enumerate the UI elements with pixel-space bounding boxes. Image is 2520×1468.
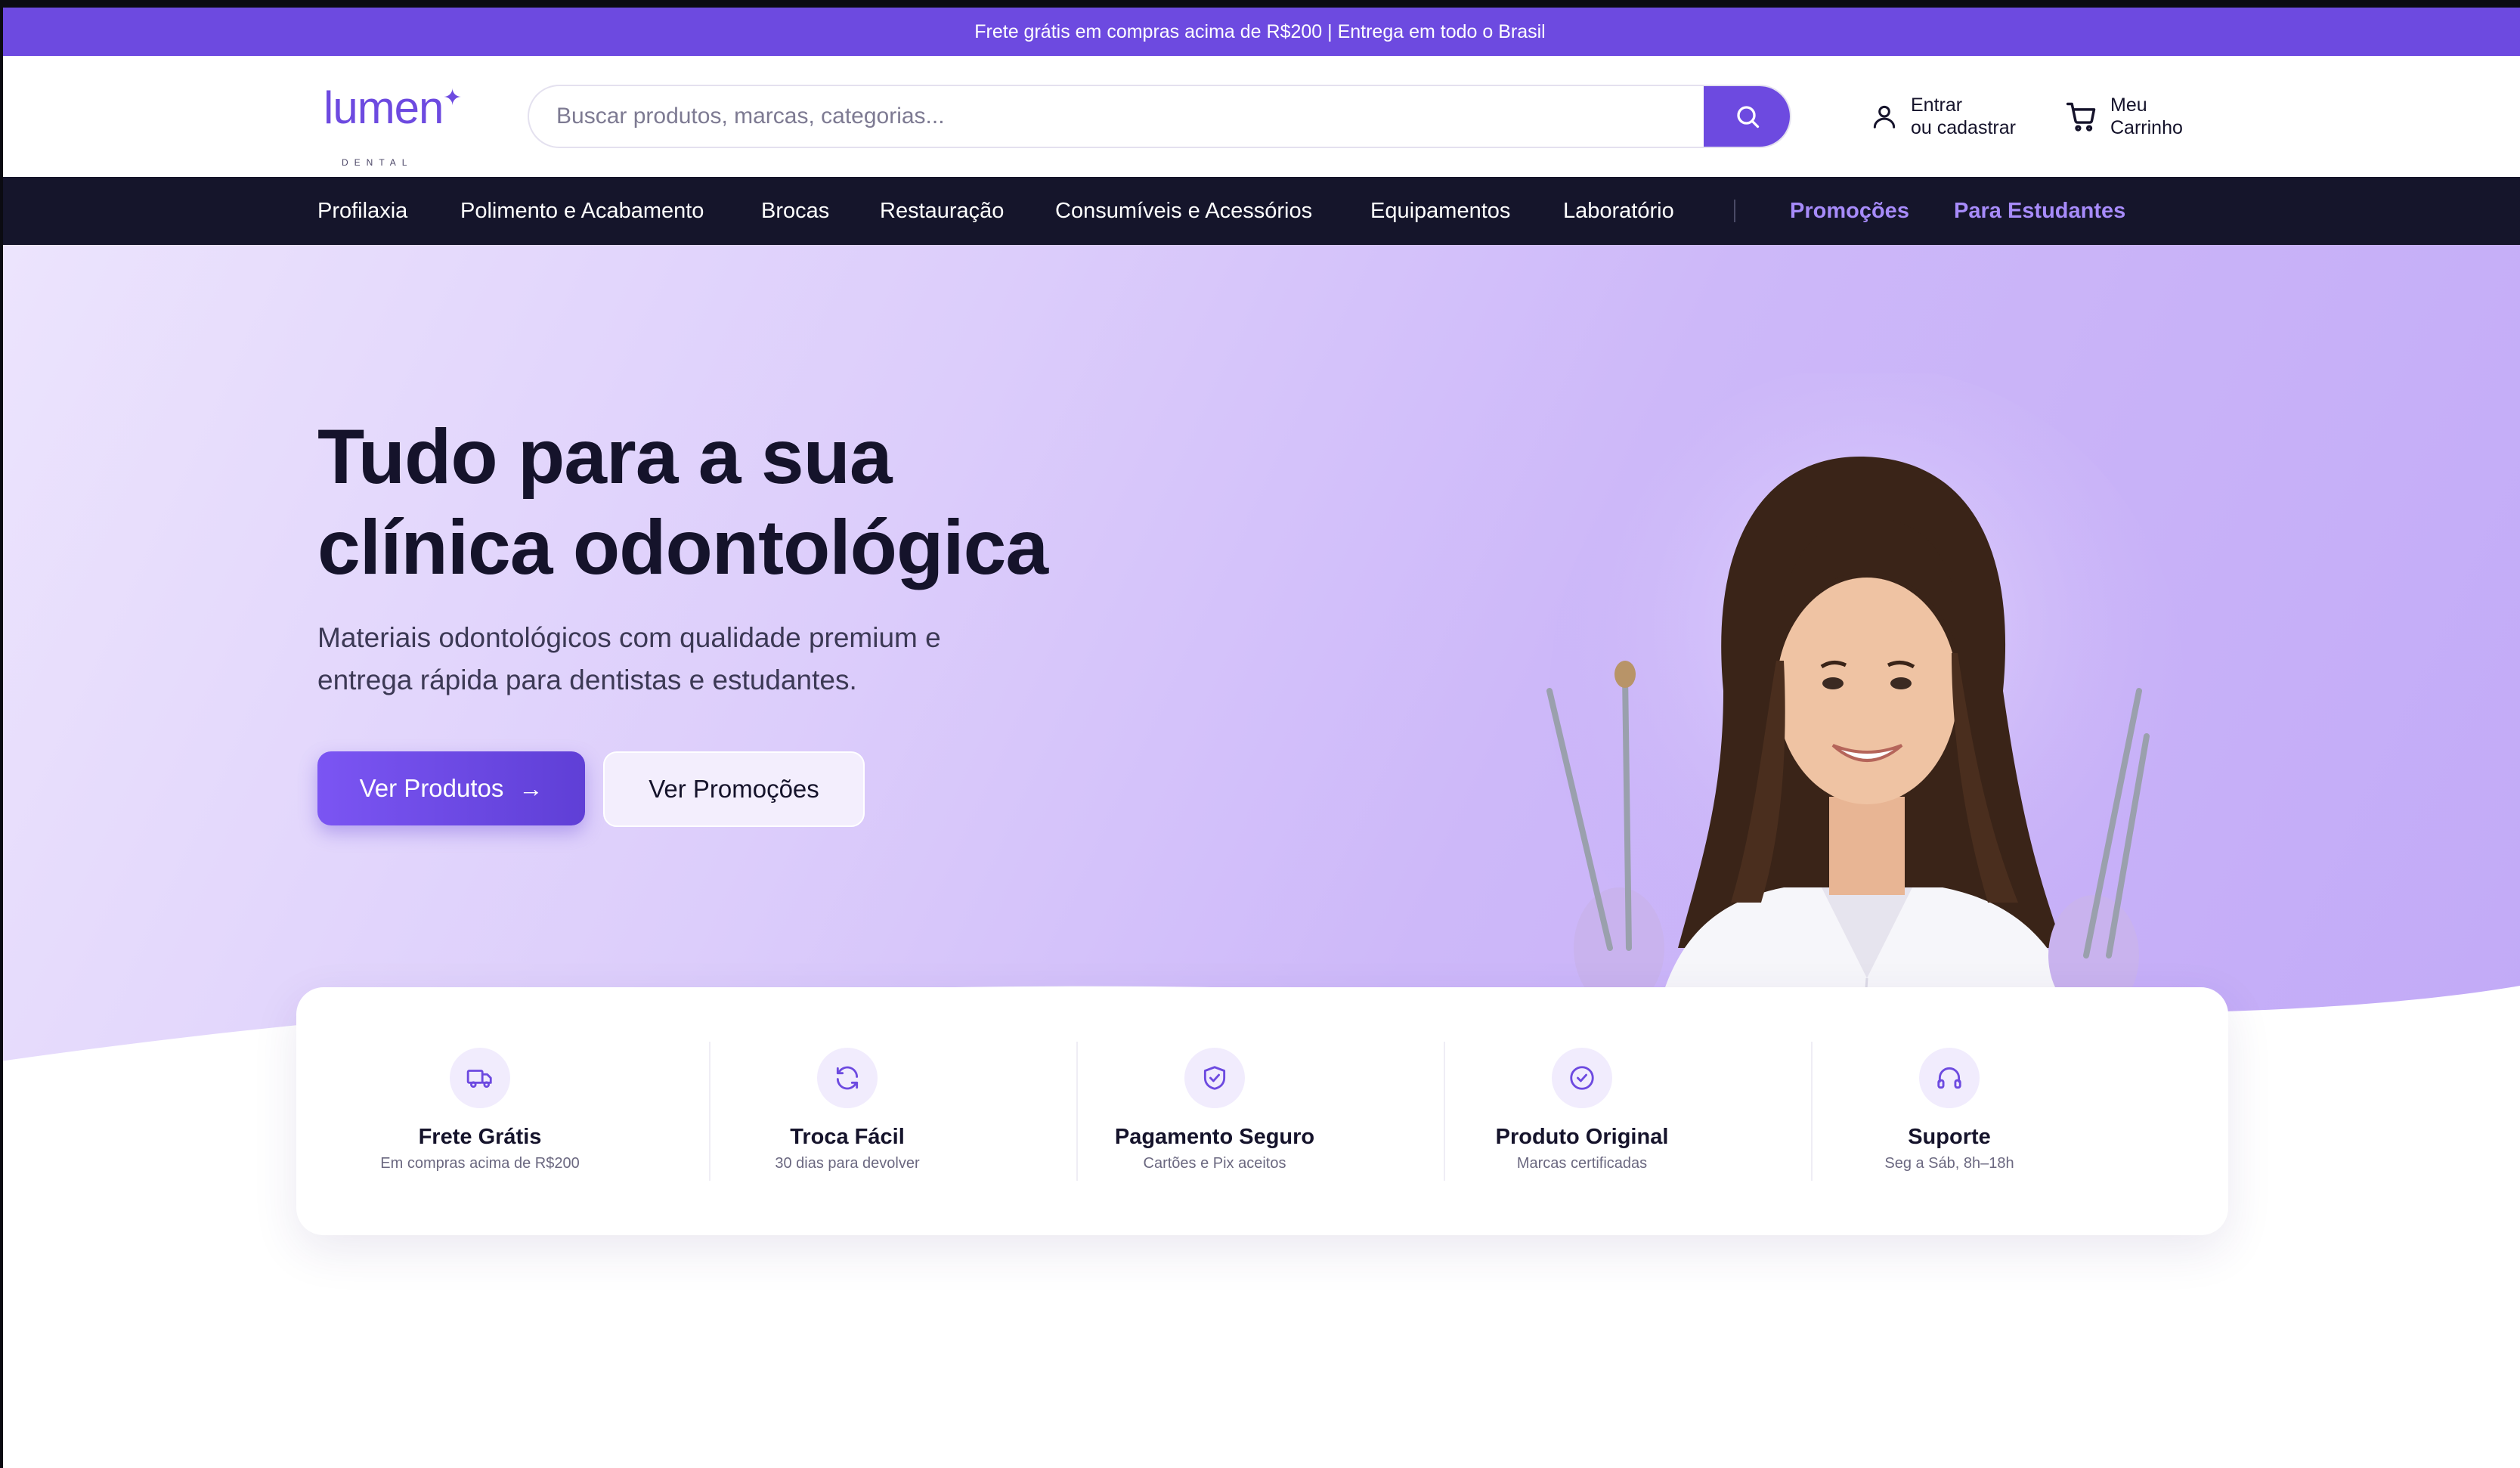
feature-subtitle: Cartões e Pix aceitos [1143,1155,1286,1172]
feature-title: Frete Grátis [418,1125,542,1149]
window-frame-left [0,0,3,1468]
nav-item-profilaxia[interactable]: Profilaxia [317,177,407,245]
view-products-button[interactable]: Ver Produtos → [317,751,585,825]
feature-subtitle: Seg a Sáb, 8h–18h [1884,1155,2014,1172]
nav-item-restauracao[interactable]: Restauração [880,177,1004,245]
feature-subtitle: Marcas certificadas [1516,1155,1648,1172]
sparkle-icon: ✦ [443,85,463,110]
search-input[interactable] [556,86,1690,147]
feature-easy-exchange: Troca Fácil 30 dias para devolver [664,987,1031,1235]
window-frame-top [0,0,2520,8]
cart-line1: Meu [2110,94,2147,116]
user-icon [1873,105,1896,129]
feature-free-shipping: Frete Grátis Em compras acima de R$200 [296,987,664,1235]
arrow-right-icon: → [519,774,543,802]
hero-subtitle-line2: entrega rápida para dentistas e estudant… [317,664,857,695]
headphones-icon [1937,1067,1961,1089]
nav-item-brocas[interactable]: Brocas [761,177,829,245]
hero-title: Tudo para a sua clínica odontológica [317,411,1048,593]
hero-title-line1: Tudo para a sua [317,413,893,500]
search-icon [1737,106,1760,129]
announcement-bar: Frete grátis em compras acima de R$200 |… [0,8,2520,56]
nav-item-equipamentos[interactable]: Equipamentos [1370,177,1510,245]
nav-item-polimento[interactable]: Polimento e Acabamento [460,177,704,245]
feature-title: Troca Fácil [790,1125,905,1149]
feature-subtitle: 30 dias para devolver [775,1155,920,1172]
feature-title: Suporte [1908,1125,1991,1149]
feature-secure-payment: Pagamento Seguro Cartões e Pix aceitos [1031,987,1398,1235]
account-link[interactable]: Entrar ou cadastrar [1870,92,2016,141]
feature-icon-wrap [1919,1048,1980,1108]
account-line1: Entrar [1911,94,1963,116]
shield-check-icon [1203,1066,1226,1090]
feature-icon-wrap [450,1048,510,1108]
brand-name: lumen [324,82,444,133]
feature-support: Suporte Seg a Sáb, 8h–18h [1766,987,2133,1235]
nav-item-consumiveis[interactable]: Consumíveis e Acessórios [1055,177,1312,245]
feature-title: Pagamento Seguro [1114,1125,1315,1149]
cart-line2: Carrinho [2110,117,2183,138]
feature-title: Produto Original [1495,1125,1669,1149]
hero-subtitle-line1: Materiais odontológicos com qualidade pr… [317,622,941,653]
nav-item-promocoes[interactable]: Promoções [1790,177,1909,245]
nav-item-estudantes[interactable]: Para Estudantes [1954,177,2125,245]
brand-tagline: DENTAL [342,157,413,168]
account-line2: ou cadastrar [1911,117,2016,138]
search-bar [528,85,1791,148]
features-panel: Frete Grátis Em compras acima de R$200 T… [296,987,2228,1235]
nav-divider [1734,200,1735,222]
category-nav: Profilaxia Polimento e Acabamento Brocas… [0,177,2520,245]
feature-original-product: Produto Original Marcas certificadas [1398,987,1766,1235]
feature-icon-wrap [1184,1048,1245,1108]
nav-item-laboratorio[interactable]: Laboratório [1563,177,1674,245]
view-promotions-button[interactable]: Ver Promoções [603,751,865,827]
hero-title-line2: clínica odontológica [317,504,1048,590]
hero-subtitle: Materiais odontológicos com qualidade pr… [317,617,998,701]
cart-link[interactable]: Meu Carrinho [2065,92,2183,141]
feature-icon-wrap [817,1048,878,1108]
hero-banner: Tudo para a sua clínica odontológica Mat… [0,245,2520,1076]
cart-icon [2066,102,2096,132]
brand-logo[interactable]: lumen ✦ DENTAL [324,82,475,168]
feature-icon-wrap [1552,1048,1612,1108]
search-button[interactable] [1704,86,1790,147]
view-promotions-label: Ver Promoções [649,775,819,803]
truck-icon [466,1070,492,1088]
badge-check-icon [1570,1066,1594,1090]
announcement-text: Frete grátis em compras acima de R$200 |… [974,20,1546,42]
refresh-icon [836,1066,859,1090]
view-products-label: Ver Produtos [359,774,504,802]
feature-subtitle: Em compras acima de R$200 [380,1155,580,1172]
site-header: lumen ✦ DENTAL Entrar ou cadastrar Meu C… [0,56,2520,177]
